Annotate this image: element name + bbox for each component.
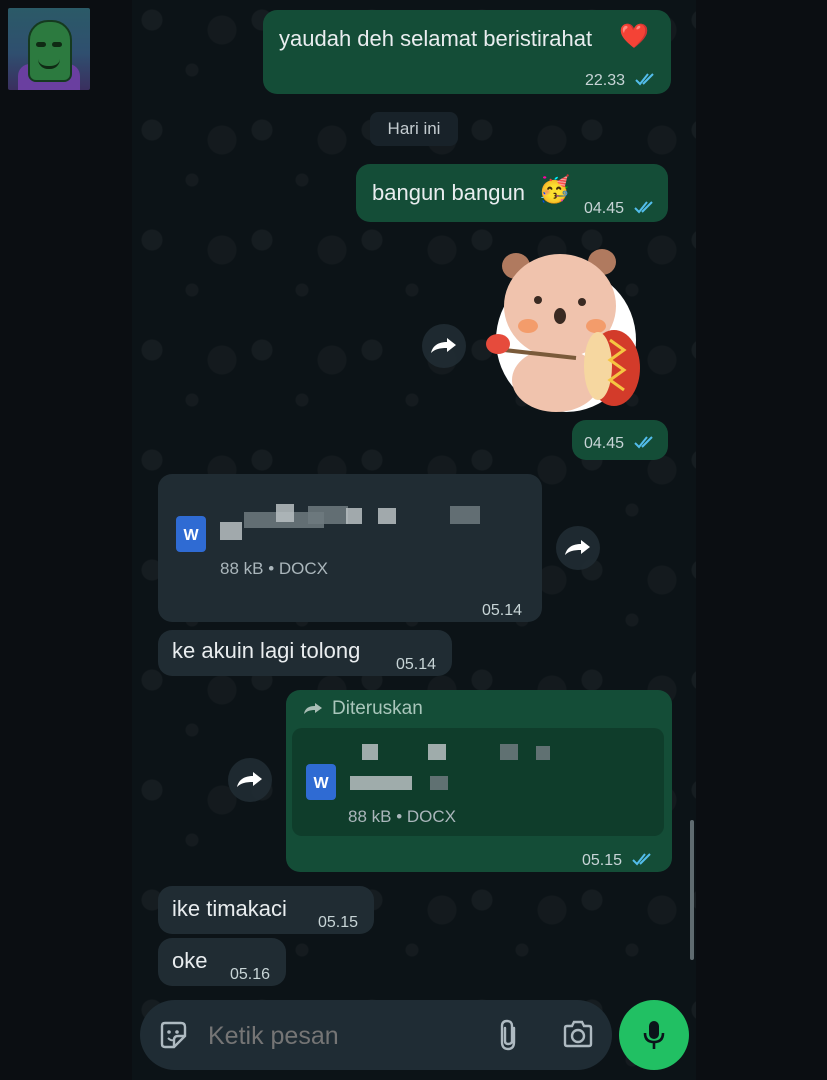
redacted-filename xyxy=(362,744,378,760)
message-incoming-document[interactable]: W 88 kB • DOCX 05.14 xyxy=(158,474,542,622)
forwarded-icon xyxy=(304,703,322,714)
avatar-eye xyxy=(52,42,62,47)
avatar-eye xyxy=(36,42,46,47)
message-incoming[interactable]: oke 05.16 xyxy=(158,938,286,986)
double-check-icon xyxy=(634,436,653,449)
date-divider: Hari ini xyxy=(370,112,458,146)
message-outgoing[interactable]: 04.45 xyxy=(572,420,668,460)
document-card[interactable]: W 88 kB • DOCX xyxy=(292,728,664,836)
bear-drum-sticker[interactable] xyxy=(484,240,648,416)
message-text: ke akuin lagi tolong xyxy=(172,638,361,663)
redacted-filename xyxy=(276,504,294,522)
message-time: 05.15 xyxy=(318,914,359,931)
message-outgoing-forwarded[interactable]: Diteruskan W 88 kB • DOCX 05.15 xyxy=(286,690,672,872)
message-time: 05.14 xyxy=(396,656,437,673)
message-text: ike timakaci xyxy=(172,896,287,921)
mic-icon xyxy=(643,1021,665,1049)
double-check-icon xyxy=(634,201,653,214)
message-outgoing[interactable]: bangun bangun 🥳 04.45 xyxy=(356,164,668,222)
redacted-filename xyxy=(346,508,362,524)
party-emoji: 🥳 xyxy=(538,174,571,204)
redacted-filename xyxy=(536,746,550,760)
forward-icon xyxy=(237,772,262,787)
message-outgoing[interactable]: yaudah deh selamat beristirahat ❤️ 22.33 xyxy=(263,10,671,94)
message-time: 05.16 xyxy=(230,966,271,983)
document-meta: 88 kB • DOCX xyxy=(220,559,328,578)
redacted-filename xyxy=(430,776,448,790)
message-time: 04.45 xyxy=(584,200,625,217)
heart-emoji: ❤️ xyxy=(619,23,649,50)
message-time: 05.14 xyxy=(482,602,523,619)
message-time: 04.45 xyxy=(584,435,625,452)
contact-avatar[interactable] xyxy=(8,8,90,90)
redacted-filename xyxy=(500,744,518,760)
avatar-mouth xyxy=(38,58,60,69)
avatar-face-shape xyxy=(28,20,72,82)
message-incoming[interactable]: ike timakaci 05.15 xyxy=(158,886,374,934)
forwarded-label: Diteruskan xyxy=(332,698,423,719)
document-meta: 88 kB • DOCX xyxy=(348,807,456,826)
scrollbar[interactable] xyxy=(690,820,694,960)
sticker-icon[interactable] xyxy=(158,1020,188,1050)
redacted-filename xyxy=(350,776,412,790)
redacted-filename xyxy=(450,506,480,524)
forward-icon xyxy=(431,338,456,353)
docx-icon: W xyxy=(306,764,336,800)
message-text: bangun bangun xyxy=(372,180,525,205)
message-input[interactable] xyxy=(206,1016,470,1056)
camera-icon[interactable] xyxy=(562,1020,594,1048)
message-text: oke xyxy=(172,948,208,973)
message-text: yaudah deh selamat beristirahat xyxy=(279,26,593,51)
double-check-icon xyxy=(635,73,654,86)
forward-button[interactable] xyxy=(556,526,600,570)
message-composer[interactable] xyxy=(140,1000,612,1070)
message-time: 05.15 xyxy=(582,852,623,869)
redacted-filename xyxy=(378,508,396,524)
message-incoming[interactable]: ke akuin lagi tolong 05.14 xyxy=(158,630,452,676)
mic-button[interactable] xyxy=(619,1000,689,1070)
docx-icon: W xyxy=(176,516,206,552)
attach-icon[interactable] xyxy=(496,1018,520,1052)
redacted-filename xyxy=(220,522,242,540)
double-check-icon xyxy=(632,853,651,866)
redacted-filename xyxy=(308,506,348,524)
forward-button[interactable] xyxy=(228,758,272,802)
message-time: 22.33 xyxy=(585,72,626,89)
forward-icon xyxy=(565,540,590,555)
forward-button[interactable] xyxy=(422,324,466,368)
redacted-filename xyxy=(428,744,446,760)
